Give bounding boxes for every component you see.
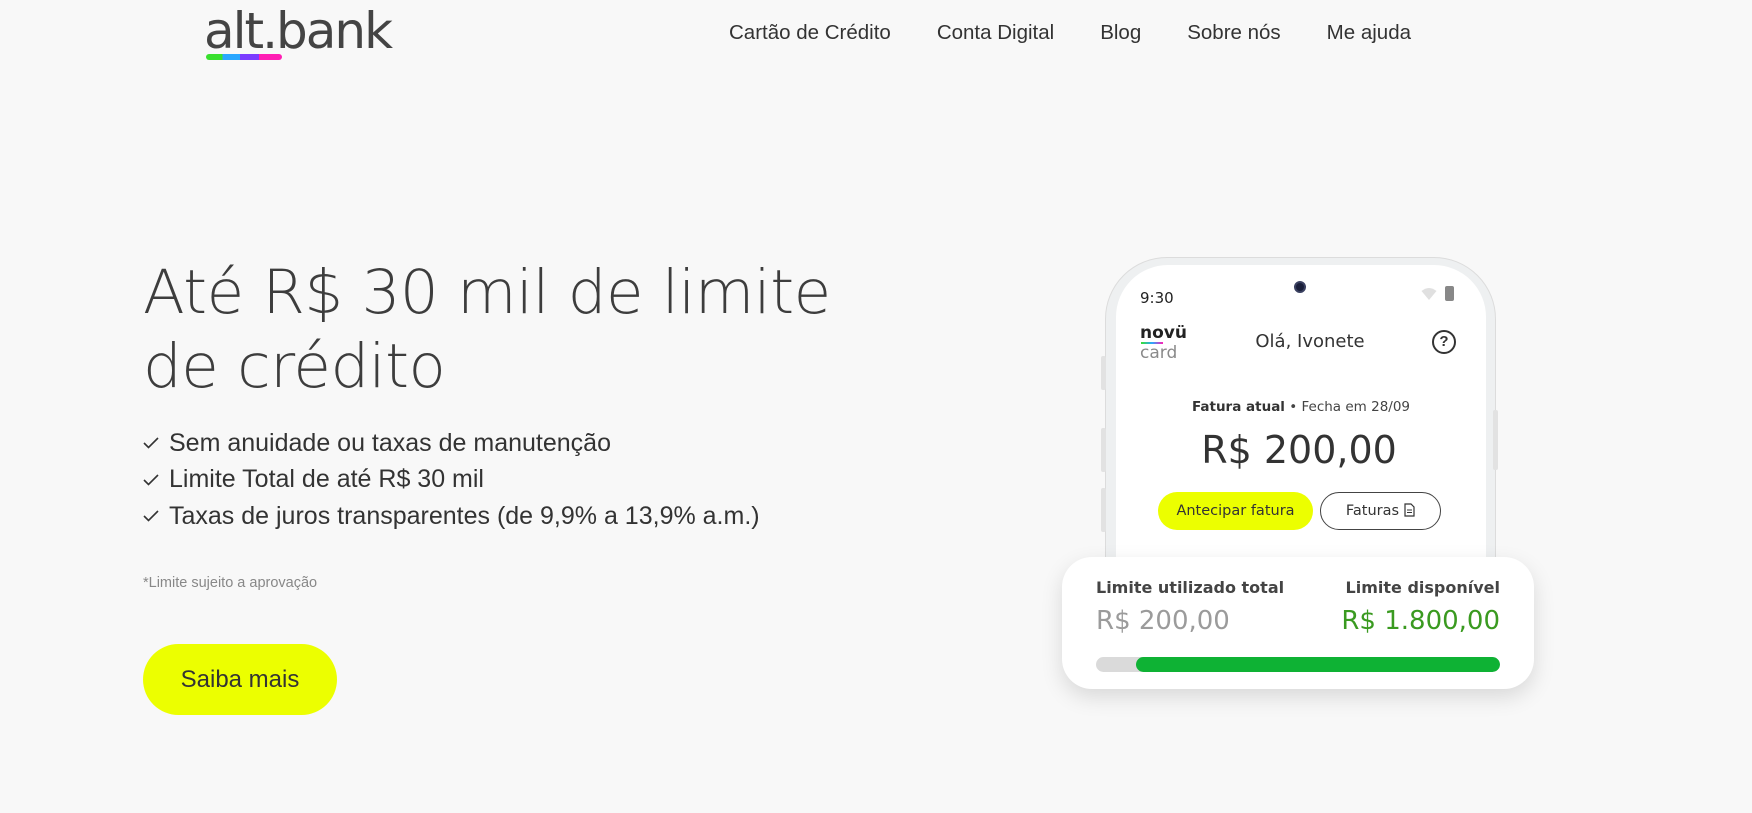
check-icon <box>143 474 169 486</box>
invoice-amount: R$ 200,00 <box>1201 428 1397 472</box>
phone-side-button <box>1493 410 1498 470</box>
invoice-close-date: • Fecha em 28/09 <box>1289 399 1411 415</box>
phone-screen: 9:30 novü card Olá, Ivonete ? Fatura atu… <box>1116 265 1486 565</box>
benefit-item: Taxas de juros transparentes (de 9,9% a … <box>143 498 760 535</box>
status-icons <box>1421 286 1454 301</box>
benefit-text: Sem anuidade ou taxas de manutenção <box>169 428 611 457</box>
nav-blog[interactable]: Blog <box>1100 20 1141 46</box>
main-nav: Cartão de Crédito Conta Digital Blog Sob… <box>729 20 1457 46</box>
limit-available-label: Limite disponível <box>1345 578 1500 597</box>
faturas-button[interactable]: Faturas <box>1320 492 1441 530</box>
help-icon[interactable]: ? <box>1432 330 1456 354</box>
battery-icon <box>1445 286 1454 301</box>
limit-available-fill <box>1136 657 1500 672</box>
limit-card: Limite utilizado total Limite disponível… <box>1062 557 1534 689</box>
hero-title: Até R$ 30 mil de limite de crédito <box>143 257 831 402</box>
saiba-mais-button[interactable]: Saiba mais <box>143 644 337 715</box>
limit-used-value: R$ 200,00 <box>1096 606 1230 636</box>
limit-available-value: R$ 1.800,00 <box>1341 606 1500 636</box>
limit-disclaimer: *Limite sujeito a aprovação <box>143 575 318 591</box>
limit-used-label: Limite utilizado total <box>1096 578 1285 597</box>
faturas-label: Faturas <box>1345 503 1400 519</box>
nav-conta-digital[interactable]: Conta Digital <box>937 20 1054 46</box>
benefit-text: Limite Total de até R$ 30 mil <box>169 465 484 494</box>
check-icon <box>143 510 169 522</box>
phone-side-button <box>1101 488 1106 532</box>
limit-progress-track <box>1096 657 1500 672</box>
nav-me-ajuda[interactable]: Me ajuda <box>1327 20 1411 46</box>
antecipar-fatura-button[interactable]: Antecipar fatura <box>1158 492 1313 530</box>
check-icon <box>143 437 169 449</box>
camera-icon <box>1294 281 1306 293</box>
alt-bank-logo[interactable]: alt.bank <box>204 2 414 64</box>
benefit-item: Sem anuidade ou taxas de manutenção <box>143 425 760 462</box>
phone-side-button <box>1101 428 1106 472</box>
benefits-list: Sem anuidade ou taxas de manutenção Limi… <box>143 425 760 535</box>
benefit-item: Limite Total de até R$ 30 mil <box>143 462 760 499</box>
phone-side-button <box>1101 356 1106 390</box>
wifi-icon <box>1421 287 1437 300</box>
status-time: 9:30 <box>1140 289 1174 307</box>
nav-sobre-nos[interactable]: Sobre nós <box>1187 20 1280 46</box>
logo-color-bar <box>206 54 282 60</box>
invoice-label: Fatura atual <box>1191 399 1285 415</box>
logo-text: alt.bank <box>204 2 393 60</box>
benefit-text: Taxas de juros transparentes (de 9,9% a … <box>169 501 760 530</box>
nav-cartao-de-credito[interactable]: Cartão de Crédito <box>729 20 891 46</box>
invoice-line: Fatura atual • Fecha em 28/09 <box>1116 399 1486 415</box>
document-icon <box>1404 503 1415 517</box>
user-greeting: Olá, Ivonete <box>1255 331 1365 352</box>
